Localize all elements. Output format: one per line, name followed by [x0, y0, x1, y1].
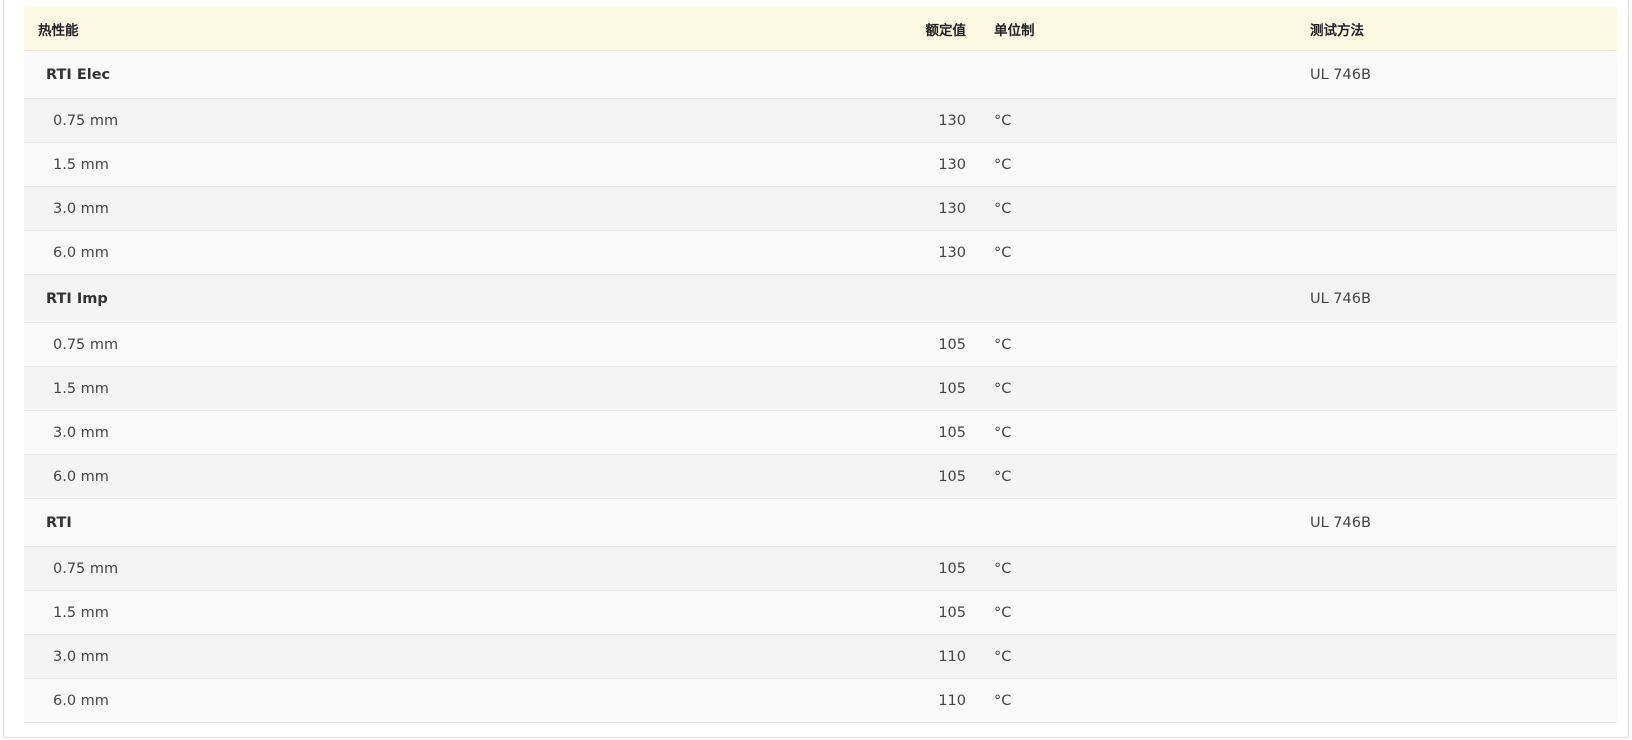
table-row: 3.0 mm 105 °C: [24, 411, 1617, 455]
row-unit: °C: [994, 692, 1012, 709]
row-value: 110: [938, 692, 966, 709]
row-value: 110: [938, 648, 966, 665]
row-unit: °C: [994, 156, 1012, 173]
row-value: 105: [938, 560, 966, 577]
row-value: 130: [938, 200, 966, 217]
row-unit: °C: [994, 244, 1012, 261]
row-value: 130: [938, 156, 966, 173]
table-row: 1.5 mm 130 °C: [24, 143, 1617, 187]
row-value: 105: [938, 424, 966, 441]
group-name: RTI Elec: [46, 66, 111, 83]
row-value: 130: [938, 244, 966, 261]
group-method: UL 746B: [1310, 514, 1371, 531]
header-unit: 单位制: [994, 22, 1035, 39]
table-row: 0.75 mm 105 °C: [24, 547, 1617, 591]
table-row: 6.0 mm 105 °C: [24, 455, 1617, 499]
row-value: 130: [938, 112, 966, 129]
row-value: 105: [938, 380, 966, 397]
group-name: RTI: [46, 514, 72, 531]
table-row: 3.0 mm 130 °C: [24, 187, 1617, 231]
table-header-row: 热性能 额定值 单位制 测试方法: [24, 7, 1617, 51]
header-method: 测试方法: [1310, 22, 1364, 39]
table-row: 1.5 mm 105 °C: [24, 591, 1617, 635]
row-value: 105: [938, 336, 966, 353]
table-row: 6.0 mm 110 °C: [24, 679, 1617, 723]
row-unit: °C: [994, 424, 1012, 441]
row-value: 105: [938, 604, 966, 621]
group-row-rti-elec: RTI Elec UL 746B: [24, 51, 1617, 99]
row-unit: °C: [994, 604, 1012, 621]
table-row: 6.0 mm 130 °C: [24, 231, 1617, 275]
header-value: 额定值: [925, 22, 967, 39]
table-row: 1.5 mm 105 °C: [24, 367, 1617, 411]
group-row-rti: RTI UL 746B: [24, 499, 1617, 547]
row-unit: °C: [994, 560, 1012, 577]
row-unit: °C: [994, 468, 1012, 485]
thermal-properties-table: 热性能 额定值 单位制 测试方法 RTI Elec UL 746B 0.75 m…: [24, 7, 1617, 723]
page-frame: 热性能 额定值 单位制 测试方法 RTI Elec UL 746B 0.75 m…: [3, 0, 1629, 738]
row-unit: °C: [994, 648, 1012, 665]
row-unit: °C: [994, 336, 1012, 353]
table-row: 0.75 mm 130 °C: [24, 99, 1617, 143]
group-method: UL 746B: [1310, 290, 1371, 307]
table-row: 3.0 mm 110 °C: [24, 635, 1617, 679]
group-method: UL 746B: [1310, 66, 1371, 83]
row-unit: °C: [994, 200, 1012, 217]
group-name: RTI Imp: [46, 290, 108, 307]
row-value: 105: [938, 468, 966, 485]
row-unit: °C: [994, 112, 1012, 129]
group-row-rti-imp: RTI Imp UL 746B: [24, 275, 1617, 323]
row-unit: °C: [994, 380, 1012, 397]
table-row: 0.75 mm 105 °C: [24, 323, 1617, 367]
